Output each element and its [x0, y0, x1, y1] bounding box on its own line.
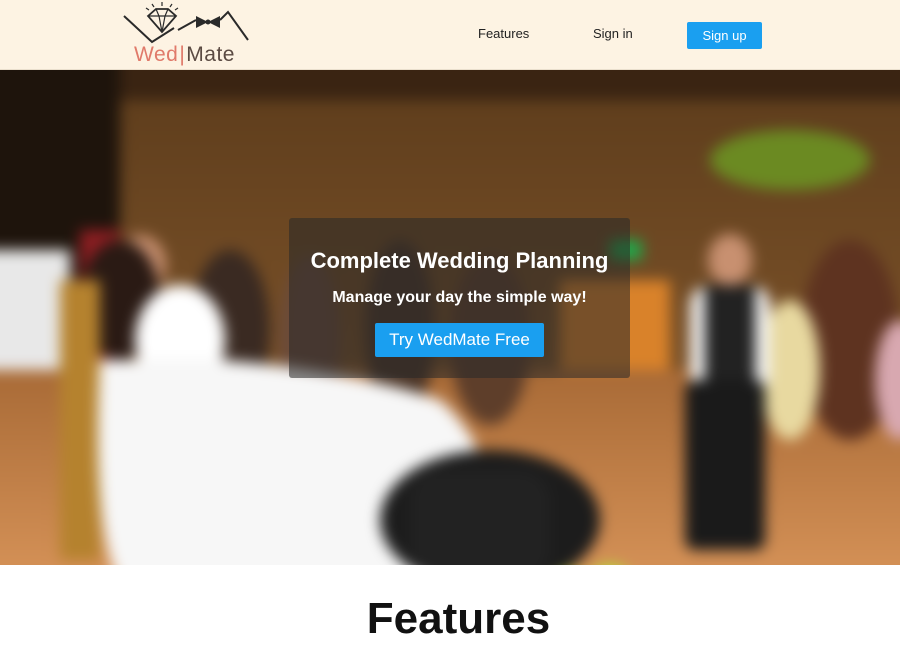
signup-button[interactable]: Sign up [687, 22, 762, 49]
logo-wordmark: Wed|Mate [134, 44, 235, 66]
bow-tie-icon [196, 16, 220, 28]
logo-word-wed: Wed [134, 43, 179, 66]
logo-emblem-icon [123, 2, 249, 44]
hero-section: Complete Wedding Planning Manage your da… [0, 70, 900, 565]
nav-signin-link[interactable]: Sign in [593, 26, 633, 41]
nav-features-link[interactable]: Features [478, 26, 529, 41]
hero-title: Complete Wedding Planning [310, 248, 609, 273]
hero-callout-box: Complete Wedding Planning Manage your da… [289, 218, 630, 378]
logo-separator: | [179, 43, 186, 66]
top-navbar: Wed|Mate Features Sign in Sign up [0, 0, 900, 70]
try-free-button[interactable]: Try WedMate Free [375, 323, 544, 357]
wedmate-logo[interactable]: Wed|Mate [122, 2, 250, 66]
logo-word-mate: Mate [186, 43, 235, 66]
hero-subtitle: Manage your day the simple way! [332, 289, 587, 306]
features-heading: Features [366, 594, 551, 643]
